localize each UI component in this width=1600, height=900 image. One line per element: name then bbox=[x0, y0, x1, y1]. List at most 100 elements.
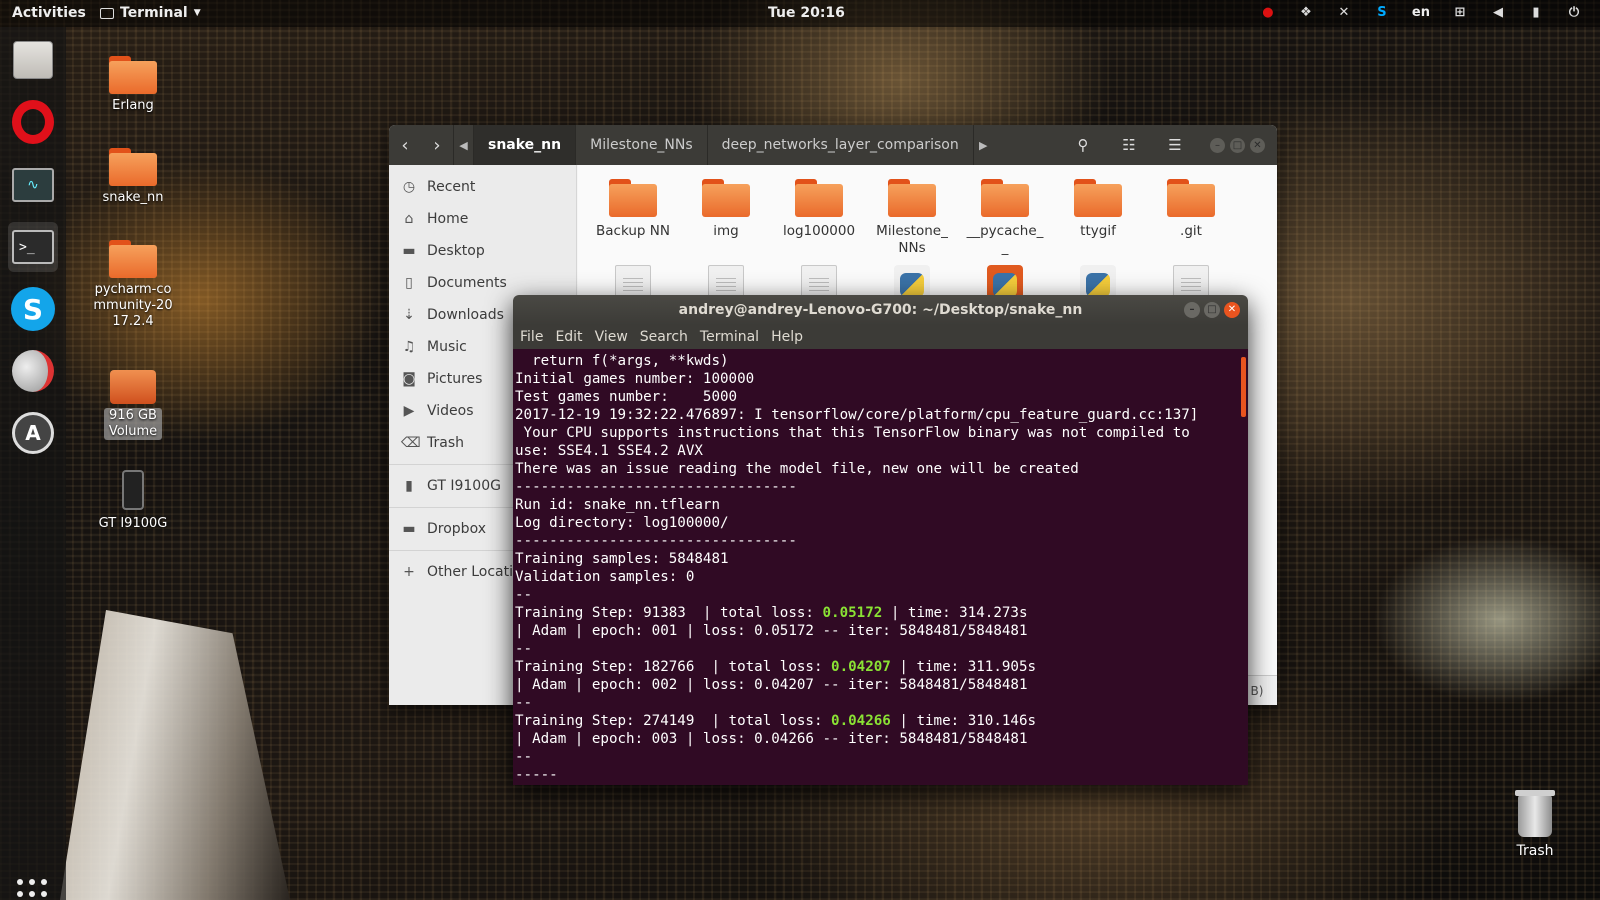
software-updater-icon: A bbox=[12, 412, 54, 454]
phone-icon: ▮ bbox=[405, 478, 413, 494]
dock-software-updater[interactable]: A bbox=[8, 408, 58, 458]
back-button[interactable]: ‹ bbox=[389, 125, 421, 165]
breadcrumb-scroll-left[interactable]: ◀ bbox=[453, 125, 473, 165]
folder-label: log100000 bbox=[782, 223, 856, 239]
menu-terminal[interactable]: Terminal bbox=[700, 329, 759, 345]
activities-button[interactable]: Activities bbox=[12, 5, 86, 21]
search-button[interactable]: ⚲ bbox=[1062, 125, 1104, 165]
folder-item[interactable]: .git bbox=[1146, 179, 1236, 240]
trash-label: Trash bbox=[1516, 843, 1554, 859]
skype-icon[interactable]: S bbox=[1374, 4, 1390, 20]
folder-label: .git bbox=[1180, 223, 1202, 239]
dock-skype[interactable]: S bbox=[8, 284, 58, 334]
menu-help[interactable]: Help bbox=[771, 329, 803, 345]
hamburger-icon: ☰ bbox=[1168, 136, 1182, 154]
breadcrumb-deep-networks[interactable]: deep_networks_layer_comparison bbox=[706, 125, 973, 165]
close-button[interactable]: ✕ bbox=[1224, 302, 1240, 318]
folder-icon bbox=[888, 179, 936, 217]
folder-icon bbox=[609, 179, 657, 217]
menu-file[interactable]: File bbox=[520, 329, 543, 345]
home-icon: ⌂ bbox=[404, 211, 414, 227]
terminal-line: Your CPU supports instructions that this… bbox=[515, 425, 1190, 441]
top-bar: Activities Terminal ▼ Tue 20:16 ● ❖ ✕ S … bbox=[0, 0, 1600, 27]
network-icon[interactable]: ⊞ bbox=[1452, 4, 1468, 20]
view-options-button[interactable]: ☷ bbox=[1108, 125, 1150, 165]
desktop-icon-phone[interactable]: GT I9100G bbox=[88, 470, 178, 532]
sidebar-item-home[interactable]: ⌂ Home bbox=[389, 203, 576, 235]
menu-button[interactable]: ☰ bbox=[1154, 125, 1196, 165]
folder-item[interactable]: Milestone_ NNs bbox=[867, 179, 957, 257]
dropbox-icon[interactable]: ❖ bbox=[1298, 4, 1314, 20]
sidebar-item-label: Pictures bbox=[427, 371, 483, 387]
minimize-button[interactable]: – bbox=[1184, 302, 1200, 318]
trash-icon: ⌫ bbox=[401, 435, 421, 451]
desktop-icon-snake-nn[interactable]: snake_nn bbox=[88, 148, 178, 206]
file-manager-toolbar: ⚲ ☷ ☰ – □ ✕ bbox=[1062, 125, 1265, 165]
terminal-line: | Adam | epoch: 001 | loss: 0.05172 -- i… bbox=[515, 623, 1028, 639]
dock-system-monitor[interactable]: ∿ bbox=[8, 160, 58, 210]
minimize-button[interactable]: – bbox=[1210, 137, 1225, 153]
folder-icon bbox=[795, 179, 843, 217]
dock-opera[interactable] bbox=[8, 97, 58, 147]
terminal-line: --------------------------------- bbox=[515, 533, 797, 549]
terminal-scrollbar[interactable] bbox=[1241, 357, 1246, 417]
folder-item[interactable]: ttygif bbox=[1053, 179, 1143, 240]
sidebar-item-desktop[interactable]: ▬ Desktop bbox=[389, 235, 576, 267]
dock-disk-usage[interactable] bbox=[8, 346, 58, 396]
close-button[interactable]: ✕ bbox=[1250, 137, 1265, 153]
apps-grid-icon[interactable] bbox=[17, 879, 49, 900]
sidebar-item-recent[interactable]: ◷ Recent bbox=[389, 171, 576, 203]
terminal-titlebar[interactable]: andrey@andrey-Lenovo-G700: ~/Desktop/sna… bbox=[513, 295, 1248, 325]
terminal-line: Log directory: log100000/ bbox=[515, 515, 729, 531]
window-title: andrey@andrey-Lenovo-G700: ~/Desktop/sna… bbox=[678, 302, 1083, 318]
menu-search[interactable]: Search bbox=[640, 329, 688, 345]
breadcrumb-scroll-right[interactable]: ▶ bbox=[972, 125, 993, 165]
desktop-icon-volume[interactable]: 916 GB Volume bbox=[88, 370, 178, 440]
breadcrumb-snake-nn[interactable]: snake_nn bbox=[473, 125, 576, 165]
desktop-icon-pycharm[interactable]: pycharm-community-2017.2.4 bbox=[88, 240, 178, 330]
plus-icon: + bbox=[403, 564, 415, 580]
folder-item[interactable]: Backup NN bbox=[588, 179, 678, 240]
sidebar-item-label: GT I9100G bbox=[427, 478, 501, 494]
folder-item[interactable]: img bbox=[681, 179, 771, 240]
terminal-line: -- bbox=[515, 587, 533, 603]
battery-icon[interactable]: ▮ bbox=[1528, 4, 1544, 20]
maximize-button[interactable]: □ bbox=[1230, 137, 1245, 153]
desktop-icon-label: GT I9100G bbox=[98, 516, 168, 531]
app-menu[interactable]: Terminal ▼ bbox=[100, 5, 201, 21]
menu-edit[interactable]: Edit bbox=[555, 329, 582, 345]
folder-item[interactable]: __pycache_ _ bbox=[960, 179, 1050, 257]
terminal-line: Training samples: 5848481 bbox=[515, 551, 729, 567]
menu-view[interactable]: View bbox=[595, 329, 628, 345]
opera-icon[interactable]: ● bbox=[1260, 4, 1276, 20]
download-icon: ⇣ bbox=[403, 307, 415, 323]
terminal-output[interactable]: return f(*args, **kwds) Initial games nu… bbox=[513, 349, 1248, 785]
folder-icon: ▬ bbox=[402, 521, 416, 537]
terminal-line: There was an issue reading the model fil… bbox=[515, 461, 1079, 477]
maximize-button[interactable]: □ bbox=[1204, 302, 1220, 318]
camera-icon: ◙ bbox=[402, 371, 416, 387]
forward-button[interactable]: › bbox=[421, 125, 453, 165]
sidebar-item-label: Desktop bbox=[427, 243, 485, 259]
desktop-trash[interactable]: Trash bbox=[1500, 790, 1570, 859]
terminal-line: | Adam | epoch: 002 | loss: 0.04207 -- i… bbox=[515, 677, 1028, 693]
breadcrumb-milestone-nns[interactable]: Milestone_NNs bbox=[575, 125, 707, 165]
terminal-line: | Adam | epoch: 003 | loss: 0.04266 -- i… bbox=[515, 731, 1028, 747]
loss-highlight: 0.04207 bbox=[831, 659, 891, 675]
desktop-icon-erlang[interactable]: Erlang bbox=[88, 56, 178, 114]
disk-usage-icon bbox=[12, 350, 54, 392]
clock[interactable]: Tue 20:16 bbox=[768, 5, 845, 21]
sidebar-item-label: Trash bbox=[427, 435, 464, 451]
dock-terminal[interactable]: >_ bbox=[8, 222, 58, 272]
language-indicator[interactable]: en bbox=[1412, 5, 1430, 20]
close-icon[interactable]: ✕ bbox=[1336, 4, 1352, 20]
terminal-line: -- bbox=[515, 749, 533, 765]
file-manager-headerbar: ‹ › ◀ snake_nn Milestone_NNs deep_networ… bbox=[389, 125, 1277, 165]
folder-label: __pycache_ _ bbox=[966, 223, 1044, 256]
video-icon: ▶ bbox=[403, 403, 415, 419]
power-icon[interactable]: ⏻ bbox=[1566, 4, 1582, 20]
volume-icon[interactable]: ◀ bbox=[1490, 4, 1506, 20]
dock-files[interactable] bbox=[8, 35, 58, 85]
folder-item[interactable]: log100000 bbox=[774, 179, 864, 240]
music-icon: ♫ bbox=[402, 339, 416, 355]
